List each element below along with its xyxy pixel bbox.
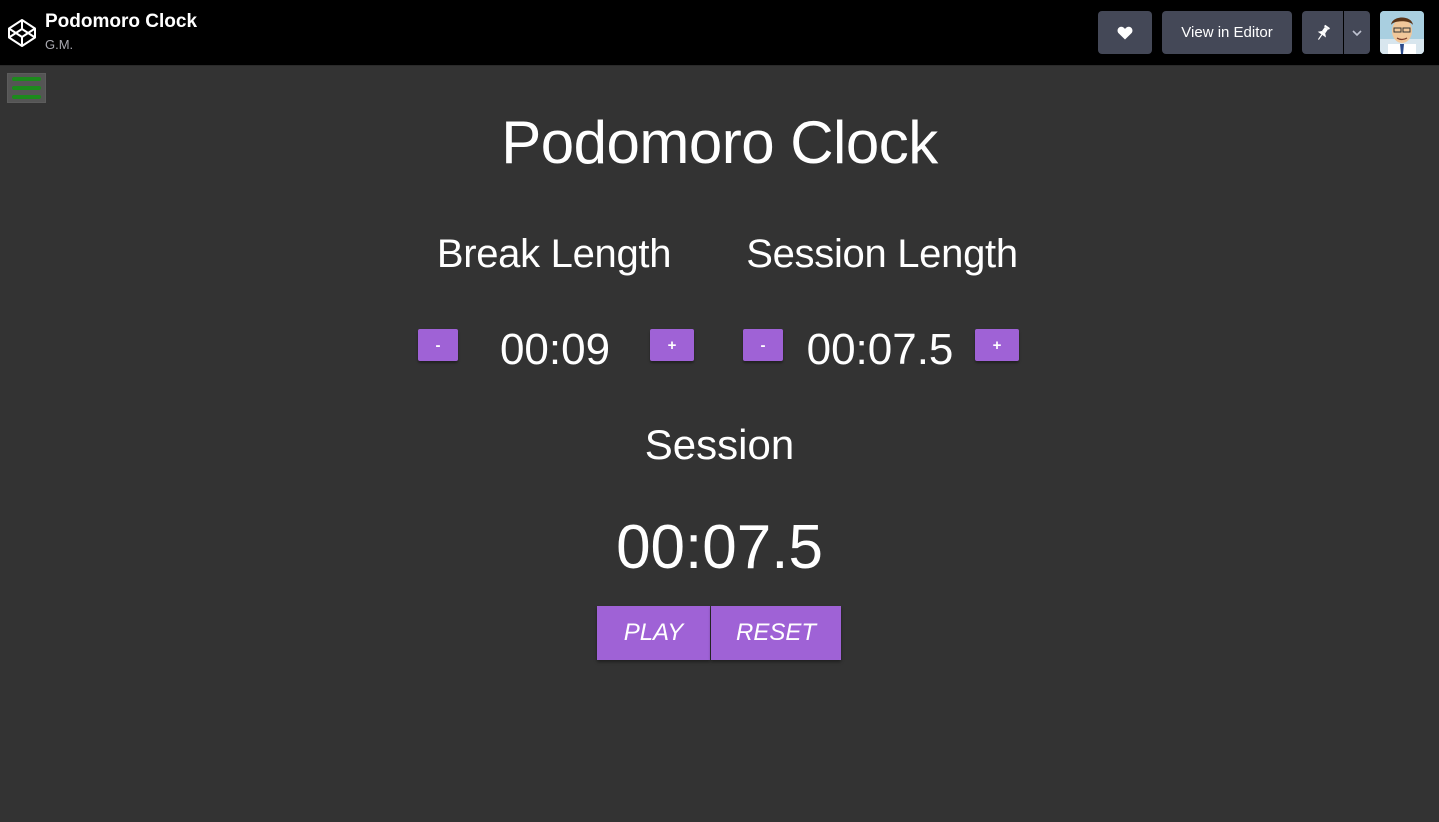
heart-button[interactable] [1098, 11, 1152, 54]
page-title: Podomoro Clock [501, 109, 938, 176]
pin-dropdown-button[interactable] [1344, 11, 1370, 54]
codepen-logo-icon[interactable] [6, 17, 38, 49]
break-decrement-button[interactable]: - [418, 329, 458, 361]
avatar-image [1380, 11, 1424, 54]
pin-icon [1317, 24, 1330, 40]
hamburger-menu-button[interactable] [7, 73, 46, 103]
break-length-label: Break Length [436, 232, 672, 276]
chevron-down-icon [1352, 29, 1362, 36]
session-decrement-button[interactable]: - [743, 329, 783, 361]
hamburger-bar [12, 95, 41, 99]
reset-button[interactable]: RESET [711, 606, 841, 660]
timer-label: Session [644, 421, 795, 468]
session-increment-button[interactable]: + [975, 329, 1019, 361]
timer-display: 00:07.5 [616, 513, 823, 582]
break-increment-button[interactable]: + [650, 329, 694, 361]
pin-button[interactable] [1302, 11, 1343, 54]
codepen-header: Podomoro Clock G.M. View in Editor [0, 0, 1439, 66]
play-button[interactable]: PLAY [597, 606, 710, 660]
pen-author[interactable]: G.M. [45, 37, 73, 52]
hamburger-bar [12, 77, 41, 81]
session-length-value: 00:07.5 [806, 325, 954, 374]
avatar[interactable] [1380, 11, 1424, 54]
view-in-editor-button[interactable]: View in Editor [1162, 11, 1292, 54]
break-length-value: 00:09 [499, 325, 611, 374]
session-length-label: Session Length [746, 232, 1018, 276]
pen-title: Podomoro Clock [45, 11, 198, 32]
hamburger-bar [12, 86, 41, 90]
heart-icon [1117, 26, 1133, 39]
